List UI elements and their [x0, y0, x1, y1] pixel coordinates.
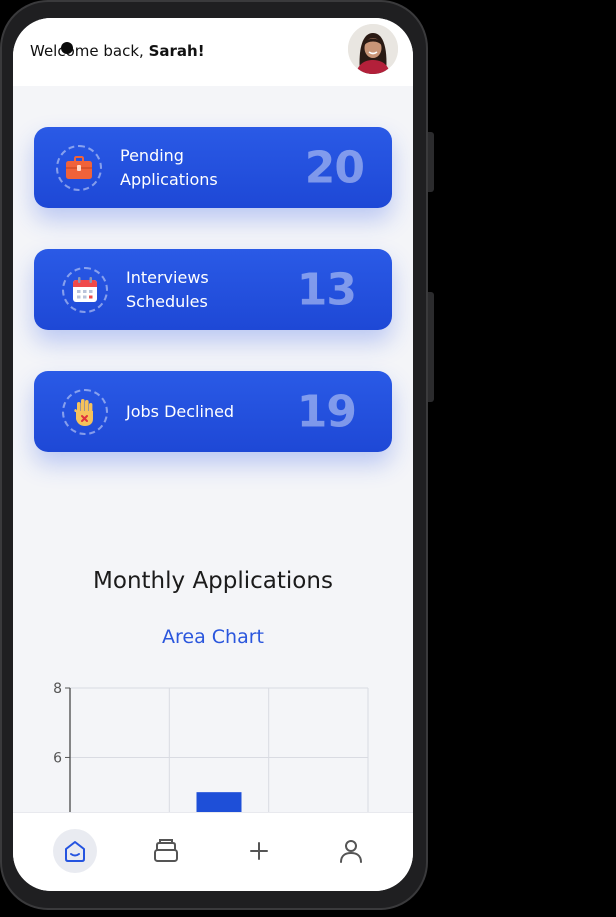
stat-value: 20	[304, 142, 365, 193]
chart-type-label[interactable]: Area Chart	[13, 626, 413, 648]
chart-title: Monthly Applications	[93, 568, 333, 594]
app-header: Welcome back, Sarah!	[13, 18, 413, 86]
stat-card-jobs-declined[interactable]: Jobs Declined 19	[34, 371, 392, 452]
phone-frame: Welcome back, Sarah! Pending Application…	[0, 0, 434, 910]
greeting-prefix: Welcome back,	[30, 42, 149, 60]
stat-card-interviews-schedules[interactable]: Interviews Schedules 13	[34, 249, 392, 330]
stat-label: Interviews Schedules	[126, 267, 209, 311]
monthly-applications-chart: 86	[53, 681, 369, 813]
user-name: Sarah!	[148, 42, 205, 60]
chart-bars	[196, 792, 242, 813]
briefcase-icon	[66, 156, 92, 179]
nav-profile[interactable]	[329, 829, 373, 873]
nav-add[interactable]	[237, 829, 281, 873]
card-icon-wrapper	[62, 267, 108, 313]
app-screen: Welcome back, Sarah! Pending Application…	[13, 18, 413, 891]
stat-label: Jobs Declined	[126, 401, 235, 421]
nav-archive[interactable]	[144, 829, 188, 873]
y-tick-label: 8	[53, 681, 62, 697]
welcome-greeting: Welcome back, Sarah!	[30, 42, 205, 60]
avatar[interactable]	[348, 24, 398, 74]
front-camera	[61, 42, 73, 54]
y-tick-label: 6	[53, 750, 62, 766]
bottom-navigation	[13, 812, 413, 891]
power-button	[428, 132, 434, 192]
plus-icon	[250, 842, 268, 860]
stat-value: 13	[296, 264, 357, 315]
nav-home[interactable]	[53, 829, 97, 873]
stat-value: 19	[296, 386, 357, 437]
home-icon	[65, 841, 85, 862]
stat-label: Pending Applications	[120, 145, 218, 189]
archive-icon	[154, 839, 178, 862]
profile-icon	[340, 840, 362, 863]
raised-hand-icon	[74, 399, 93, 426]
calendar-icon	[73, 277, 97, 302]
card-icon-wrapper	[56, 145, 102, 191]
card-icon-wrapper	[62, 389, 108, 435]
volume-button	[428, 292, 434, 402]
chart-ticks: 86	[53, 681, 71, 813]
chart-bar[interactable]	[196, 792, 242, 813]
avatar-portrait	[348, 24, 398, 74]
stat-card-pending-applications[interactable]: Pending Applications 20	[34, 127, 392, 208]
